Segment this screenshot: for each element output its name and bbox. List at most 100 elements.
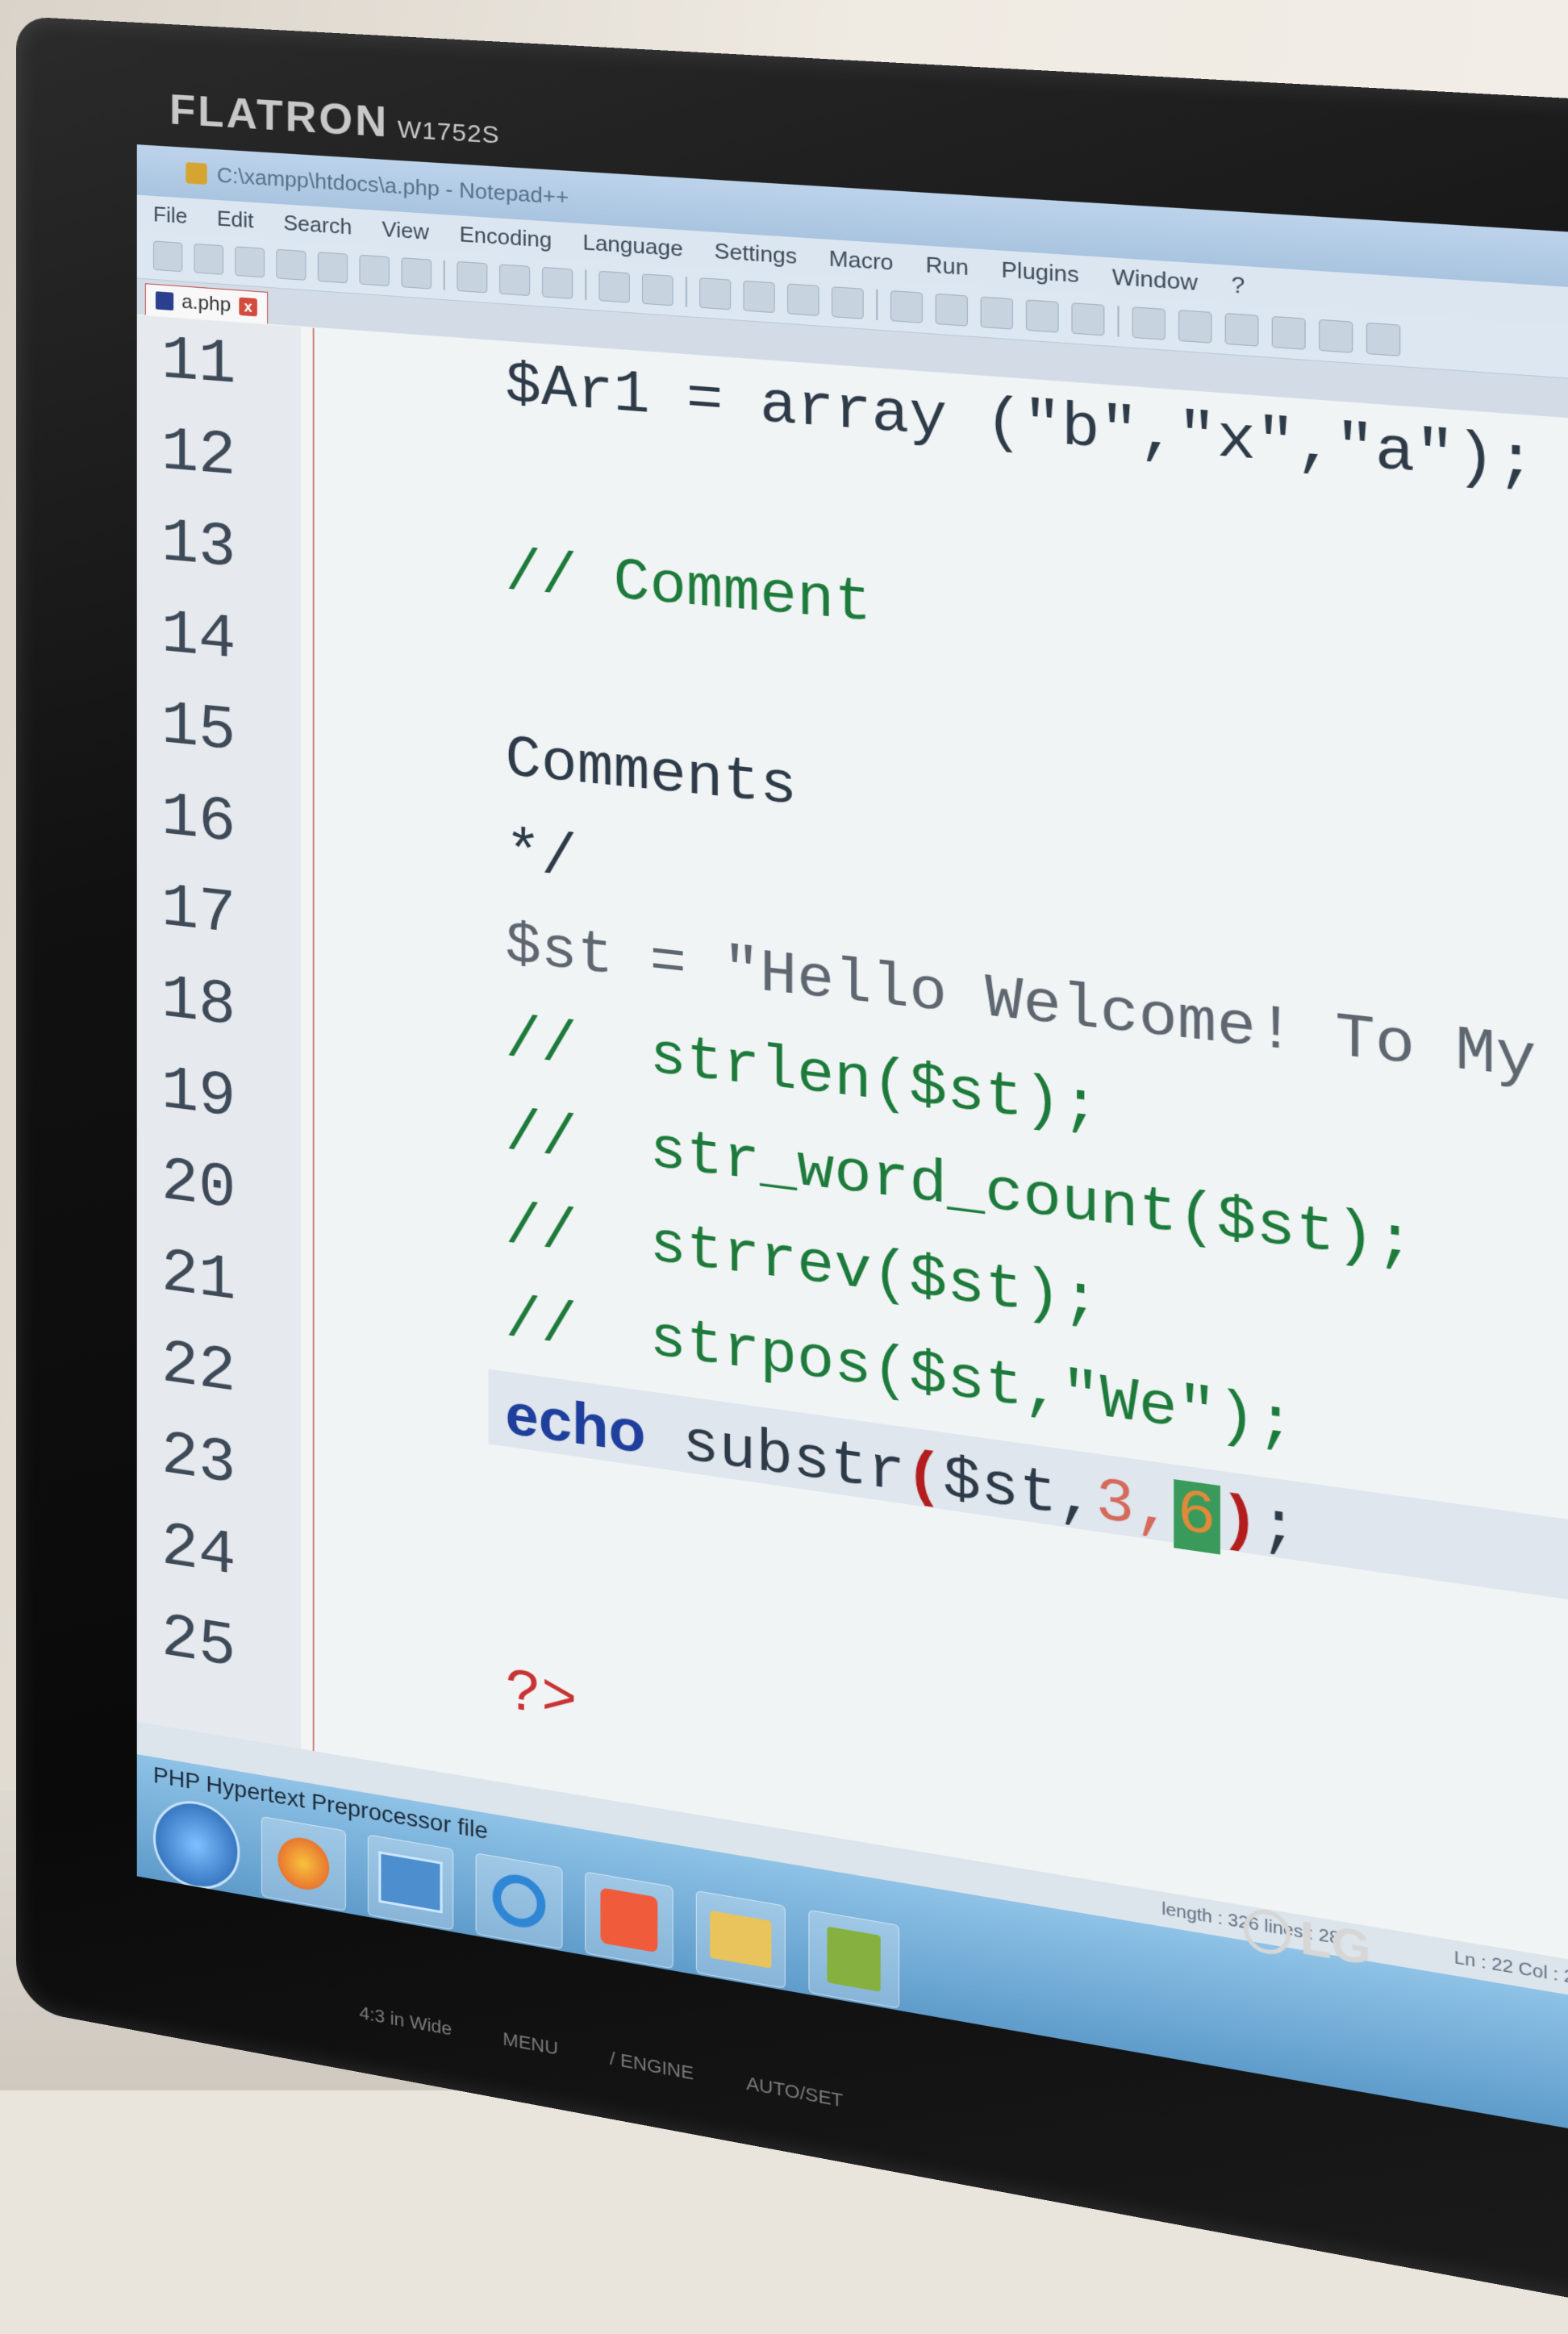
model-name: W1752S bbox=[397, 115, 500, 149]
word-wrap-icon[interactable] bbox=[980, 296, 1014, 330]
menu-plugins[interactable]: Plugins bbox=[1001, 256, 1078, 288]
new-file-icon[interactable] bbox=[152, 240, 183, 273]
firefox-icon bbox=[277, 1833, 330, 1894]
tab-label: a.php bbox=[181, 290, 231, 317]
line-number-gutter: 11 12 13 14 15 16 17 18 19 20 21 22 23 2… bbox=[136, 315, 304, 1766]
code-line: Comments bbox=[505, 727, 798, 823]
menu-window[interactable]: Window bbox=[1112, 263, 1198, 295]
save-all-icon[interactable] bbox=[276, 248, 307, 281]
redo-icon[interactable] bbox=[641, 273, 673, 306]
sync-horizontal-icon[interactable] bbox=[935, 293, 968, 327]
paste-icon[interactable] bbox=[542, 266, 573, 299]
notepadpp-icon bbox=[186, 162, 207, 185]
windows-start-icon[interactable] bbox=[152, 1794, 240, 1896]
record-macro-icon[interactable] bbox=[1132, 306, 1166, 340]
menu-help[interactable]: ? bbox=[1232, 271, 1245, 299]
menu-macro[interactable]: Macro bbox=[829, 245, 894, 276]
menu-view[interactable]: View bbox=[382, 216, 429, 245]
code-line: // Comment bbox=[505, 540, 872, 639]
number-literal: 3, bbox=[1095, 1468, 1174, 1548]
code-line: */ bbox=[505, 819, 578, 894]
menu-language[interactable]: Language bbox=[582, 229, 682, 261]
toolbar-separator bbox=[876, 289, 878, 321]
toolbar-separator bbox=[585, 269, 587, 301]
line-number: 23 bbox=[161, 1419, 236, 1501]
line-number: 18 bbox=[161, 963, 236, 1043]
line-number: 16 bbox=[161, 781, 236, 860]
sync-vertical-icon[interactable] bbox=[890, 290, 923, 323]
line-number: 20 bbox=[161, 1145, 236, 1226]
menu-settings[interactable]: Settings bbox=[715, 238, 797, 269]
spell-check-icon[interactable] bbox=[1366, 322, 1401, 356]
monitor: FLATRON W1752S C:\xampp\htdocs\a.php - No… bbox=[16, 16, 1568, 2334]
find-icon[interactable] bbox=[699, 277, 732, 311]
close-paren: ) bbox=[1220, 1486, 1260, 1561]
line-number: 22 bbox=[161, 1328, 236, 1410]
internet-explorer-icon bbox=[492, 1870, 546, 1932]
selected-number: 6 bbox=[1173, 1479, 1220, 1555]
close-file-icon[interactable] bbox=[317, 252, 348, 284]
auto-set-button[interactable]: AUTO/SET bbox=[746, 2073, 843, 2112]
cut-icon[interactable] bbox=[457, 260, 488, 294]
taskbar-notepadpp[interactable] bbox=[808, 1909, 900, 2009]
taskbar-monitor-app[interactable] bbox=[367, 1834, 454, 1931]
undo-icon[interactable] bbox=[598, 270, 630, 303]
line-number: 17 bbox=[161, 872, 236, 952]
run-macro-multiple-icon[interactable] bbox=[1271, 315, 1306, 350]
bezel-buttons: 4:3 in Wide MENU / ENGINE AUTO/SET bbox=[359, 2002, 843, 2112]
menu-edit[interactable]: Edit bbox=[217, 206, 254, 233]
open-file-icon[interactable] bbox=[194, 243, 224, 275]
copy-icon[interactable] bbox=[499, 264, 531, 297]
xampp-icon bbox=[600, 1887, 658, 1953]
monitor-app-icon bbox=[378, 1851, 443, 1914]
notepadpp-taskbar-icon bbox=[827, 1926, 881, 1992]
line-number: 14 bbox=[161, 598, 236, 677]
close-all-icon[interactable] bbox=[359, 254, 390, 287]
close-icon[interactable]: x bbox=[239, 297, 257, 317]
show-all-chars-icon[interactable] bbox=[1025, 299, 1059, 333]
taskbar-explorer[interactable] bbox=[695, 1890, 786, 1989]
indent-guide-icon[interactable] bbox=[1071, 302, 1105, 336]
line-number: 12 bbox=[161, 416, 236, 493]
menu-search[interactable]: Search bbox=[283, 210, 352, 240]
zoom-out-icon[interactable] bbox=[831, 286, 864, 319]
toolbar-separator bbox=[685, 276, 687, 307]
code-editor[interactable]: 11 12 13 14 15 16 17 18 19 20 21 22 23 2… bbox=[136, 315, 1568, 2007]
php-close-tag: ?> bbox=[505, 1659, 578, 1737]
taskbar-firefox[interactable] bbox=[261, 1815, 346, 1911]
line-number: 13 bbox=[161, 507, 236, 585]
save-icon[interactable] bbox=[235, 246, 265, 278]
taskbar-ie[interactable] bbox=[475, 1853, 563, 1950]
stop-macro-icon[interactable] bbox=[1178, 310, 1212, 344]
line-number: 11 bbox=[161, 325, 236, 402]
save-macro-icon[interactable] bbox=[1319, 319, 1353, 353]
line-number: 15 bbox=[161, 690, 236, 768]
zoom-in-icon[interactable] bbox=[787, 283, 819, 316]
play-macro-icon[interactable] bbox=[1224, 312, 1259, 347]
line-number: 25 bbox=[161, 1602, 236, 1685]
code-lines: $Ar1 = array ("b","x","a"); // Comment C… bbox=[303, 327, 1568, 2007]
aspect-button[interactable]: 4:3 in Wide bbox=[359, 2002, 452, 2040]
file-explorer-icon bbox=[710, 1910, 772, 1969]
screen: C:\xampp\htdocs\a.php - Notepad++ File E… bbox=[136, 144, 1568, 2160]
taskbar-xampp[interactable] bbox=[585, 1871, 673, 1969]
menu-run[interactable]: Run bbox=[926, 251, 969, 280]
function-name: substr bbox=[645, 1405, 906, 1510]
line-number: 19 bbox=[161, 1054, 236, 1135]
menu-encoding[interactable]: Encoding bbox=[460, 221, 553, 253]
engine-button[interactable]: / ENGINE bbox=[610, 2048, 694, 2085]
line-number: 24 bbox=[161, 1511, 236, 1593]
print-icon[interactable] bbox=[401, 257, 432, 290]
toolbar-separator bbox=[443, 260, 445, 290]
menu-button[interactable]: MENU bbox=[503, 2028, 558, 2060]
menu-file[interactable]: File bbox=[153, 201, 187, 228]
semicolon: ; bbox=[1259, 1490, 1299, 1566]
brand-name: FLATRON bbox=[169, 85, 390, 147]
toolbar-separator bbox=[1117, 305, 1120, 337]
monitor-brand: FLATRON W1752S bbox=[169, 85, 500, 154]
lg-circle-icon bbox=[1243, 1906, 1291, 1958]
open-paren: ( bbox=[905, 1441, 944, 1515]
floppy-icon bbox=[155, 291, 174, 311]
line-number: 21 bbox=[161, 1237, 236, 1318]
replace-icon[interactable] bbox=[743, 280, 775, 314]
